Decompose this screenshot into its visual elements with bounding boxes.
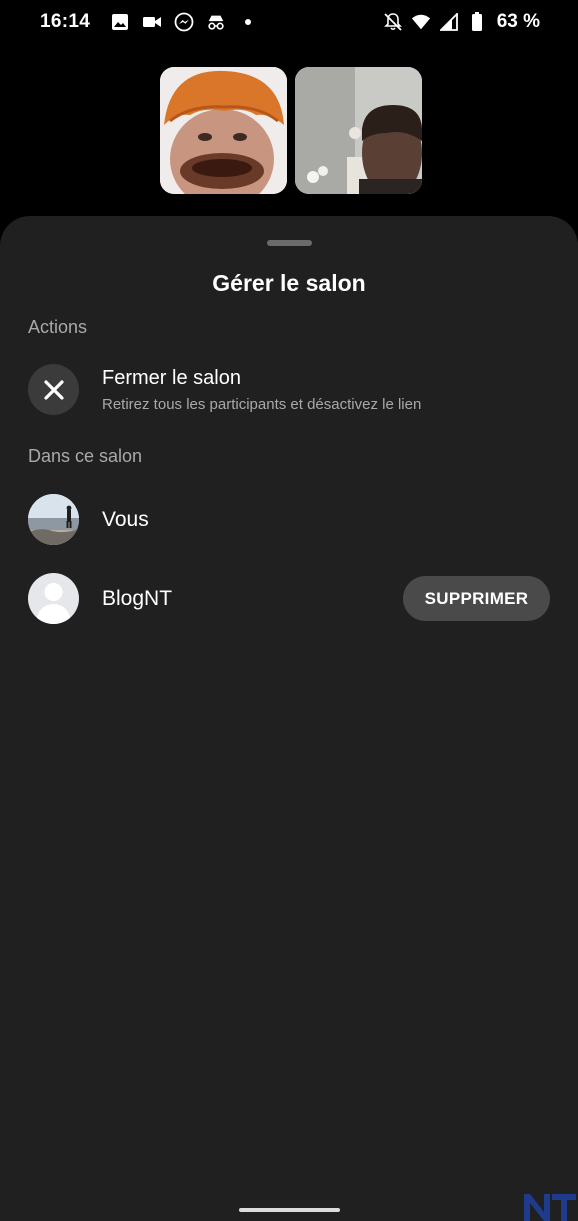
avatar-blognt xyxy=(28,573,79,624)
incognito-icon xyxy=(206,12,226,32)
close-room-icon-container xyxy=(28,364,79,415)
close-room-text: Fermer le salon Retirez tous les partici… xyxy=(102,367,421,413)
notification-dot-icon xyxy=(238,12,258,32)
image-icon xyxy=(110,12,130,32)
member-row-blognt[interactable]: BlogNT SUPPRIMER xyxy=(28,573,550,624)
drag-handle[interactable] xyxy=(267,240,312,246)
member-name-blognt: BlogNT xyxy=(102,586,173,610)
signal-icon xyxy=(439,12,459,32)
watermark-logo xyxy=(522,1190,578,1221)
close-room-title: Fermer le salon xyxy=(102,366,241,389)
status-left: 16:14 xyxy=(40,11,258,33)
participant-video-filtered xyxy=(160,67,287,194)
close-room-subtitle: Retirez tous les participants et désacti… xyxy=(102,395,422,413)
members-section-label: Dans ce salon xyxy=(28,446,143,466)
close-room-action[interactable]: Fermer le salon Retirez tous les partici… xyxy=(28,364,550,415)
status-bar: 16:14 63 % xyxy=(0,0,578,44)
remove-member-button[interactable]: SUPPRIMER xyxy=(403,576,550,621)
notifications-off-icon xyxy=(383,12,403,32)
default-avatar-icon xyxy=(28,573,79,624)
video-camera-icon xyxy=(142,12,162,32)
close-icon xyxy=(43,379,64,400)
status-right: 63 % xyxy=(383,11,540,33)
member-name-you: Vous xyxy=(102,507,149,531)
landscape-avatar-icon xyxy=(28,494,79,545)
video-tile-participant[interactable] xyxy=(295,67,422,194)
home-indicator[interactable] xyxy=(239,1208,340,1212)
manage-room-sheet: Gérer le salon Actions Fermer le salon R… xyxy=(0,216,578,1221)
actions-section-label: Actions xyxy=(28,317,88,337)
participant-video xyxy=(295,67,422,194)
wifi-icon xyxy=(411,12,431,32)
video-tile-self[interactable] xyxy=(160,67,287,194)
battery-icon xyxy=(467,12,487,32)
messenger-icon xyxy=(174,12,194,32)
battery-level: 63 % xyxy=(496,11,540,32)
sheet-title: Gérer le salon xyxy=(212,270,366,296)
video-tiles xyxy=(160,67,422,194)
avatar-you xyxy=(28,494,79,545)
status-time: 16:14 xyxy=(40,11,91,32)
member-row-you[interactable]: Vous xyxy=(28,494,550,545)
